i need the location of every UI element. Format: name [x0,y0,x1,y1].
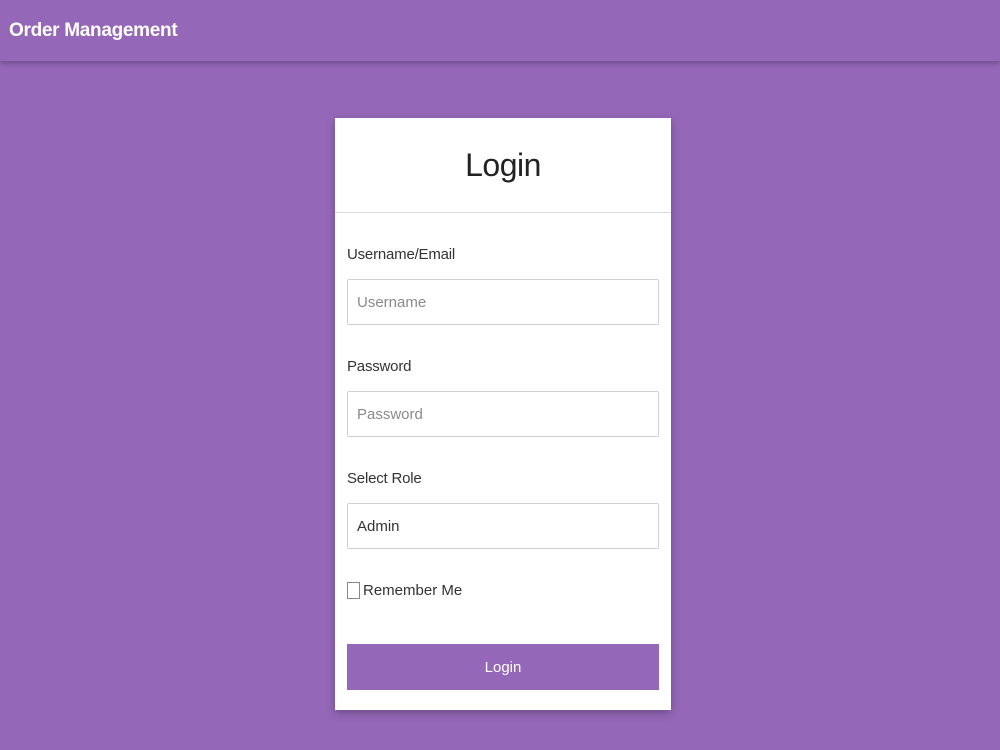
password-input[interactable] [347,391,659,437]
remember-me-checkbox[interactable] [347,582,360,599]
login-title: Login [465,146,541,183]
remember-me-label[interactable]: Remember Me [363,582,462,599]
username-input[interactable] [347,279,659,325]
role-selected-value: Admin [357,517,400,535]
password-label: Password [347,358,412,375]
login-button[interactable]: Login [347,644,659,690]
role-select[interactable]: Admin [347,503,659,549]
role-label: Select Role [347,470,422,487]
app-brand[interactable]: Order Management [9,20,178,42]
username-label: Username/Email [347,246,456,263]
remember-me: Remember Me [347,582,462,599]
login-card-header: Login [335,118,671,213]
top-navbar: Order Management [0,0,1000,61]
login-card: Login Username/Email Password Select Rol… [335,118,671,710]
